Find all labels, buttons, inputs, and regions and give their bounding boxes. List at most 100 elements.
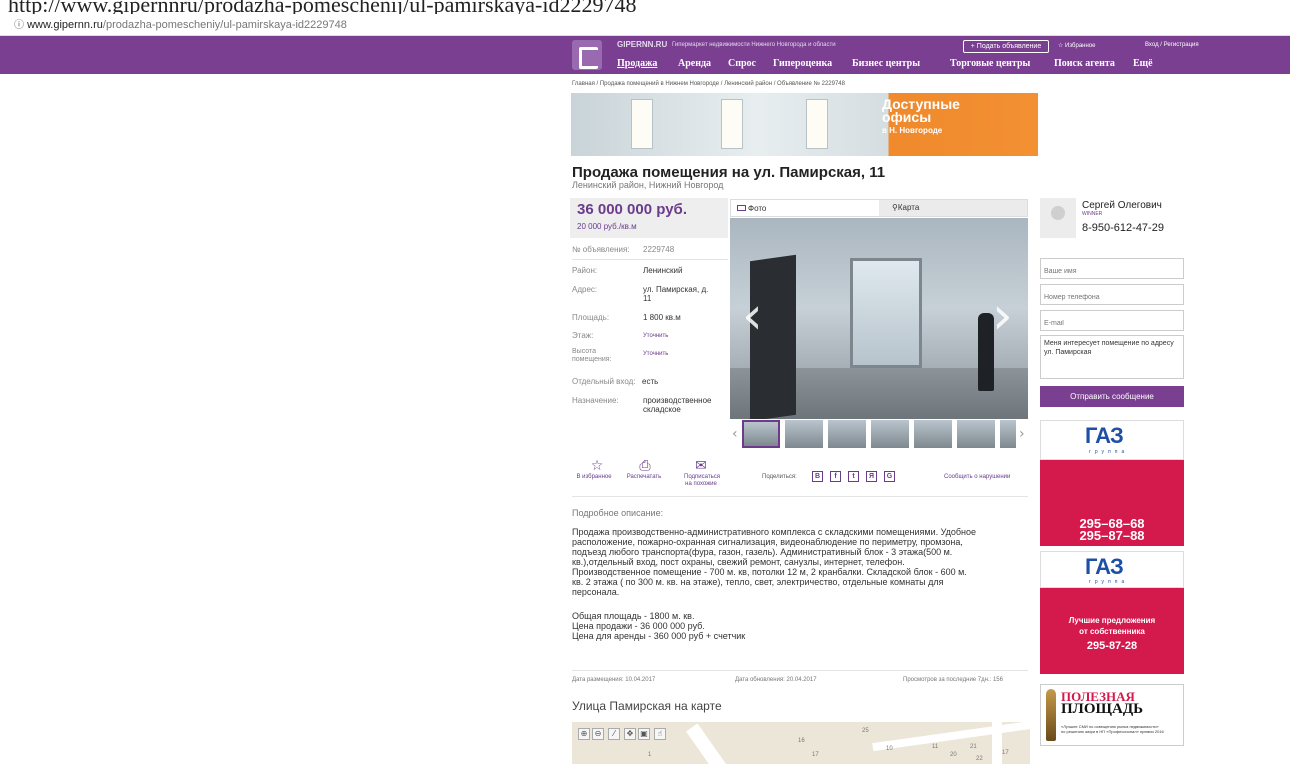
url-path: /prodazha-pomescheniy/ul-pamirskaya-id22… — [102, 19, 347, 31]
post-ad-button[interactable]: + Подать объявление — [963, 40, 1049, 53]
agent-name[interactable]: Сергей Олегович — [1082, 200, 1162, 211]
zoom-out-icon[interactable]: ⊖ — [592, 728, 604, 740]
message-field[interactable]: Меня интересует помещение по адресу ул. … — [1040, 335, 1184, 379]
page-title: Продажа помещения на ул. Памирская, 11 — [572, 164, 886, 181]
ad-number-label: № объявления: — [572, 245, 630, 254]
purpose-label: Назначение: — [572, 396, 619, 405]
tab-map[interactable]: ⚲Карта — [892, 203, 919, 212]
share-google-button[interactable]: G — [884, 471, 895, 482]
photo-prev-arrow[interactable]: ‹ — [742, 290, 763, 342]
divider — [572, 496, 1028, 497]
gaz-logo-sub: группа — [1089, 579, 1129, 585]
photo-next-arrow[interactable]: › — [992, 290, 1013, 342]
summary-line: Общая площадь - 1800 м. кв. — [572, 611, 695, 621]
nav-item-rent[interactable]: Аренда — [678, 58, 711, 69]
height-clarify-link[interactable]: Уточнить — [643, 351, 668, 357]
fullscreen-icon[interactable]: ▣ — [638, 728, 650, 740]
share-facebook-button[interactable]: f — [830, 471, 841, 482]
ad-phone: 295-87-28 — [1086, 640, 1138, 652]
nav-item-valuation[interactable]: Гипероценка — [773, 58, 832, 69]
banner-window — [806, 99, 828, 149]
description-line: персонала. — [572, 587, 620, 597]
report-link[interactable]: Сообщить о нарушении — [944, 474, 1010, 480]
offices-banner[interactable] — [571, 93, 1038, 156]
print-button[interactable]: ⎙ Распечатать — [627, 458, 662, 481]
nav-item-sale[interactable]: Продажа — [617, 58, 657, 69]
map-label: 25 — [862, 728, 869, 734]
site-name[interactable]: GIPERNN.RU — [617, 40, 667, 49]
listing-photo[interactable]: ‹ › — [730, 218, 1028, 419]
favorites-link[interactable]: ☆ Избранное — [1058, 42, 1095, 49]
map-label: 22 — [976, 756, 983, 762]
thumbnail[interactable] — [914, 420, 952, 448]
date-updated: Дата обновления: 20.04.2017 — [735, 677, 817, 683]
map-label: 17 — [812, 752, 819, 758]
purpose-value: производственное складское — [643, 396, 712, 414]
agent-agency[interactable]: WINNER — [1082, 211, 1102, 217]
info-circle-icon[interactable]: ⓘ — [14, 20, 24, 31]
nav-item-shopping-centers[interactable]: Торговые центры — [950, 58, 1030, 69]
subscribe-button[interactable]: ✉ Подписаться на похожие — [684, 458, 720, 488]
banner-window — [631, 99, 653, 149]
banner-subline: в Н. Новгороде — [882, 126, 943, 135]
map-road — [872, 722, 1030, 752]
breadcrumb[interactable]: Главная / Продажа помещений в Нижнем Нов… — [572, 81, 845, 87]
summary-line: Цена продажи - 36 000 000 руб. — [572, 621, 705, 631]
thumbnail[interactable] — [1000, 420, 1016, 448]
nav-item-business-centers[interactable]: Бизнес центры — [852, 58, 920, 69]
thumbs-prev-arrow[interactable]: ‹ — [732, 426, 738, 442]
hand-icon[interactable]: ☝ — [654, 728, 666, 740]
share-twitter-button[interactable]: t — [848, 471, 859, 482]
site-logo-icon[interactable] — [572, 40, 602, 70]
ad-title: ПЛОЩАДЬ — [1061, 701, 1144, 717]
thumbnail[interactable] — [957, 420, 995, 448]
street-map[interactable]: ⊕ ⊖ ⁄ ✥ ▣ ☝ 1 16 17 25 10 11 20 21 22 17 — [572, 722, 1030, 764]
map-section-title: Улица Памирская на карте — [572, 699, 722, 713]
map-label: 1 — [648, 752, 652, 758]
name-field[interactable] — [1040, 258, 1184, 279]
tab-photo[interactable]: Фото — [731, 200, 879, 216]
nav-item-find-agent[interactable]: Поиск агента — [1054, 58, 1115, 69]
gaz-ad-offers[interactable]: ГАЗ группа Лучшие предложения от собстве… — [1040, 551, 1184, 674]
email-field[interactable] — [1040, 310, 1184, 331]
district-label: Район: — [572, 266, 598, 275]
share-yandex-button[interactable]: Я — [866, 471, 877, 482]
entrance-value: есть — [642, 377, 659, 386]
camera-icon — [737, 205, 746, 211]
share-label: Поделиться: — [762, 474, 797, 480]
address-bar[interactable]: ⓘ www.gipernn.ru/prodazha-pomescheniy/ul… — [0, 14, 1290, 36]
send-message-button[interactable]: Отправить сообщение — [1040, 386, 1184, 407]
description-line: подъезд любого транспорта(фура, газон, г… — [572, 547, 953, 557]
nav-item-demand[interactable]: Спрос — [728, 58, 756, 69]
move-icon[interactable]: ✥ — [624, 728, 636, 740]
useful-area-ad[interactable]: ПОЛЕЗНАЯ ПЛОЩАДЬ «Лучшее СМИ по освещени… — [1040, 684, 1184, 746]
date-posted: Дата размещения: 10.04.2017 — [572, 677, 656, 683]
area-label: Площадь: — [572, 313, 610, 322]
thumbs-next-arrow[interactable]: › — [1019, 426, 1025, 442]
entrance-label: Отдельный вход: — [572, 377, 636, 386]
thumbnail[interactable] — [871, 420, 909, 448]
login-link[interactable]: Вход / Регистрация — [1145, 42, 1199, 48]
page: http://www.gipernnru/prodazha-pomescheni… — [0, 0, 1290, 764]
price: 36 000 000 руб. — [577, 201, 687, 218]
map-label: 20 — [950, 752, 957, 758]
gaz-ad-phones[interactable]: ГАЗ группа 295–68–68 295–87–88 — [1040, 420, 1184, 546]
nav-item-more[interactable]: Ещё — [1133, 58, 1153, 69]
description-line: Продажа производственно-административног… — [572, 527, 977, 537]
thumbnail[interactable] — [785, 420, 823, 448]
zoom-in-icon[interactable]: ⊕ — [578, 728, 590, 740]
share-vk-button[interactable]: В — [812, 471, 823, 482]
ruler-icon[interactable]: ⁄ — [608, 728, 620, 740]
gaz-logo: ГАЗ — [1085, 554, 1124, 579]
listing-subtitle: Ленинский район, Нижний Новгород — [572, 180, 724, 190]
banner-headline: Доступные офисы — [882, 96, 960, 125]
favorite-button[interactable]: ☆ В избранное — [576, 458, 614, 481]
phone-field[interactable] — [1040, 284, 1184, 305]
photo-window — [850, 258, 922, 368]
thumbnail[interactable] — [828, 420, 866, 448]
printer-icon: ⎙ — [639, 458, 651, 474]
floor-clarify-link[interactable]: Уточнить — [643, 333, 668, 339]
thumbnail[interactable] — [742, 420, 780, 448]
ad-phone: 295–87–88 — [1079, 528, 1145, 543]
map-label: 16 — [798, 738, 805, 744]
